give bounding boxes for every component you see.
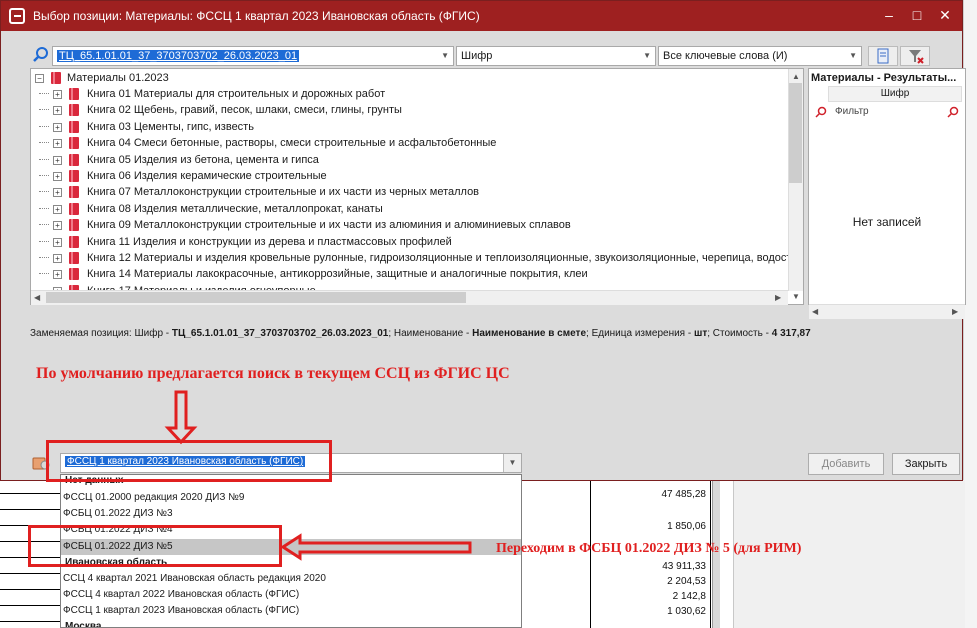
- annotation-switch-target: Переходим в ФСБЦ 01.2022 ДИЗ № 5 (для РИ…: [496, 541, 802, 556]
- left-arrow-icon: [280, 533, 472, 561]
- annotation-arrows: [164, 390, 472, 561]
- down-arrow-icon: [164, 390, 198, 445]
